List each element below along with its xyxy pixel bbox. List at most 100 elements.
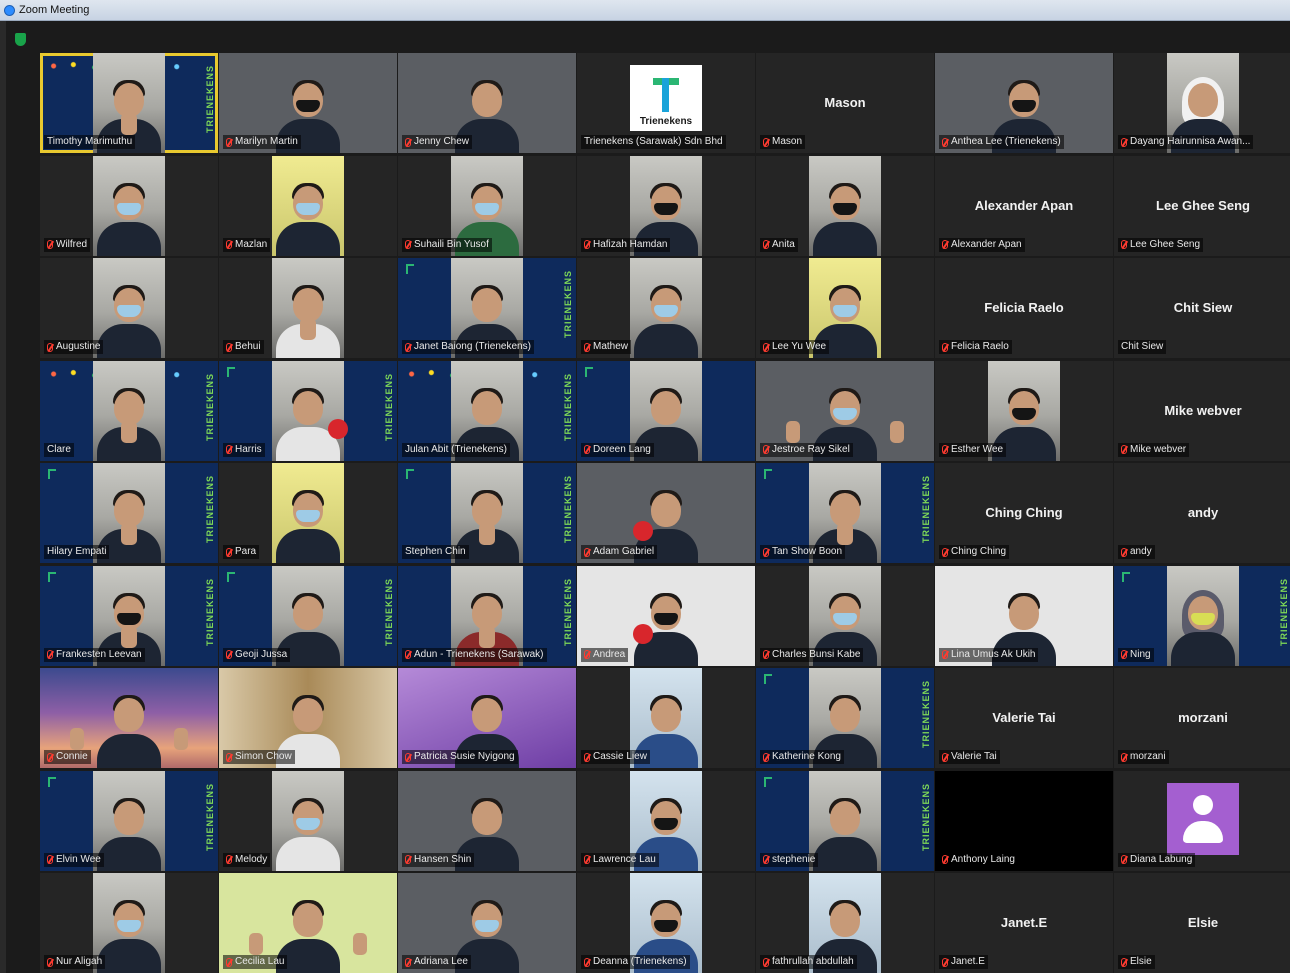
participant-tile[interactable]: Augustine [40, 258, 218, 358]
participant-tile[interactable]: Elsie Elsie [1114, 873, 1290, 973]
participant-video [93, 360, 165, 461]
face-mask [475, 920, 499, 932]
participant-tile[interactable]: TRIENEKENS stephenie [756, 770, 934, 871]
participant-tile[interactable]: Jenny Chew [398, 53, 576, 153]
face-mask [833, 305, 857, 317]
participant-tile[interactable]: morzani morzani [1114, 668, 1290, 768]
participant-tile[interactable]: Simon Chow [219, 668, 397, 768]
participant-name: Dayang Hairunnisa Awan... [1130, 136, 1251, 147]
participant-name: Timothy Marimuthu [47, 136, 133, 147]
participant-name-label: Mazlan [223, 237, 271, 252]
mic-muted-icon [226, 137, 232, 147]
participant-tile[interactable]: Mazlan [219, 155, 397, 256]
participant-tile[interactable]: Lee Ghee Seng Lee Ghee Seng [1114, 155, 1290, 256]
participant-tile[interactable]: TRIENEKENS Julan Abit (Trienekens) [398, 360, 576, 461]
participant-tile[interactable]: TRIENEKENS Harris [219, 360, 397, 461]
participant-tile[interactable]: Hansen Shin [398, 770, 576, 871]
face-mask [1012, 100, 1036, 112]
participant-tile[interactable]: Marilyn Martin [219, 53, 397, 153]
participant-tile[interactable]: Lina Umus Ak Ukih [935, 565, 1113, 666]
avatar-body [1183, 820, 1223, 843]
participant-name-label: stephenie [760, 852, 819, 867]
participant-name-label: Behui [223, 340, 264, 354]
participant-tile[interactable]: Para [219, 463, 397, 563]
thumbs-up-icon [786, 420, 800, 443]
participant-tile[interactable]: Felicia Raelo Felicia Raelo [935, 258, 1113, 358]
participant-figure [97, 695, 161, 768]
face [1009, 595, 1039, 630]
participant-name-label: Chit Siew [1118, 340, 1167, 354]
participant-tile[interactable]: Trienekens Trienekens (Sarawak) Sdn Bhd [577, 53, 755, 153]
participant-tile[interactable]: Diana Labung [1114, 770, 1290, 871]
participant-tile[interactable]: Valerie Tai Valerie Tai [935, 668, 1113, 768]
participant-name-label: morzani [1118, 750, 1169, 764]
participant-tile[interactable]: TRIENEKENS Timothy Marimuthu [40, 53, 218, 153]
participant-tile[interactable]: TRIENEKENS Adun - Trienekens (Sarawak) [398, 565, 576, 666]
participant-tile[interactable]: TRIENEKENS Katherine Kong [756, 668, 934, 768]
participant-tile[interactable]: TRIENEKENS Janet Baiong (Trienekens) [398, 258, 576, 358]
participant-tile[interactable]: TRIENEKENS Frankesten Leevan [40, 565, 218, 666]
participant-tile[interactable]: Cecilia Lau [219, 873, 397, 973]
participant-tile[interactable]: Adam Gabriel [577, 463, 755, 563]
participant-tile[interactable]: Lee Yu Wee [756, 258, 934, 358]
face-mask [654, 305, 678, 317]
participant-tile[interactable]: TRIENEKENS Elvin Wee [40, 770, 218, 871]
participant-tile[interactable]: TRIENEKENS Clare [40, 360, 218, 461]
participant-tile[interactable]: TRIENEKENS Ning [1114, 565, 1290, 666]
participant-tile[interactable]: Wilfred [40, 155, 218, 256]
participant-tile[interactable]: Behui [219, 258, 397, 358]
participant-tile[interactable]: Hafizah Hamdan [577, 155, 755, 256]
mic-muted-icon [763, 137, 769, 147]
participant-tile[interactable]: Suhaili Bin Yusof [398, 155, 576, 256]
participant-tile[interactable]: Charles Bunsi Kabe [756, 565, 934, 666]
participant-tile[interactable]: Melody [219, 770, 397, 871]
participant-name-label: Adun - Trienekens (Sarawak) [402, 647, 547, 662]
participant-tile[interactable]: Alexander Apan Alexander Apan [935, 155, 1113, 256]
participant-tile[interactable]: Doreen Lang [577, 360, 755, 461]
participant-tile[interactable]: Adriana Lee [398, 873, 576, 973]
participant-tile[interactable]: fathrullah abdullah [756, 873, 934, 973]
participant-tile[interactable]: TRIENEKENS Tan Show Boon [756, 463, 934, 563]
participant-tile[interactable]: Cassie Liew [577, 668, 755, 768]
participant-tile[interactable]: Deanna (Trienekens) [577, 873, 755, 973]
trienekens-brand-text: TRIENEKENS [563, 577, 573, 646]
participant-tile[interactable]: Patricia Susie Nyigong [398, 668, 576, 768]
mic-muted-icon [584, 342, 590, 352]
participant-tile[interactable]: Jestroe Ray Sikel [756, 360, 934, 461]
participant-name: Mathew [593, 341, 629, 352]
thumbs-up-icon [121, 113, 135, 135]
participant-tile[interactable]: Anthea Lee (Trienekens) [935, 53, 1113, 153]
participant-tile[interactable]: TRIENEKENS Stephen Chin [398, 463, 576, 563]
participant-tile[interactable]: TRIENEKENS Hilary Empati [40, 463, 218, 563]
participant-tile[interactable]: Mike webver Mike webver [1114, 360, 1290, 461]
torso [97, 734, 161, 768]
participant-tile[interactable]: Connie [40, 668, 218, 768]
participant-name-label: Trienekens (Sarawak) Sdn Bhd [581, 135, 726, 149]
participant-tile[interactable]: TRIENEKENS Geoji Jussa [219, 565, 397, 666]
participant-name-label: Tan Show Boon [760, 545, 846, 559]
participant-tile[interactable]: Mason Mason [756, 53, 934, 153]
participant-figure [1171, 589, 1235, 666]
torso [813, 221, 877, 256]
participant-tile[interactable]: andy andy [1114, 463, 1290, 563]
participant-tile[interactable]: Anthony Laing [935, 770, 1113, 871]
participant-tile[interactable]: Chit Siew Chit Siew [1114, 258, 1290, 358]
torso [97, 939, 161, 973]
participant-name-label: Dayang Hairunnisa Awan... [1118, 135, 1254, 149]
participant-tile[interactable]: Janet.E Janet.E [935, 873, 1113, 973]
security-shield-icon[interactable] [15, 33, 26, 46]
face [114, 800, 144, 835]
mic-muted-icon [47, 752, 53, 762]
participant-figure [97, 285, 161, 358]
participant-tile[interactable]: Esther Wee [935, 360, 1113, 461]
participant-tile[interactable]: Dayang Hairunnisa Awan... [1114, 53, 1290, 153]
participant-tile[interactable]: Anita [756, 155, 934, 256]
participant-name-label: fathrullah abdullah [760, 955, 857, 969]
participant-tile[interactable]: Lawrence Lau [577, 770, 755, 871]
participant-tile[interactable]: Andrea [577, 565, 755, 666]
participant-tile[interactable]: Mathew [577, 258, 755, 358]
participant-figure [276, 797, 340, 871]
participant-tile[interactable]: Ching Ching Ching Ching [935, 463, 1113, 563]
participant-tile[interactable]: Nur Aligah [40, 873, 218, 973]
face [1188, 83, 1218, 117]
